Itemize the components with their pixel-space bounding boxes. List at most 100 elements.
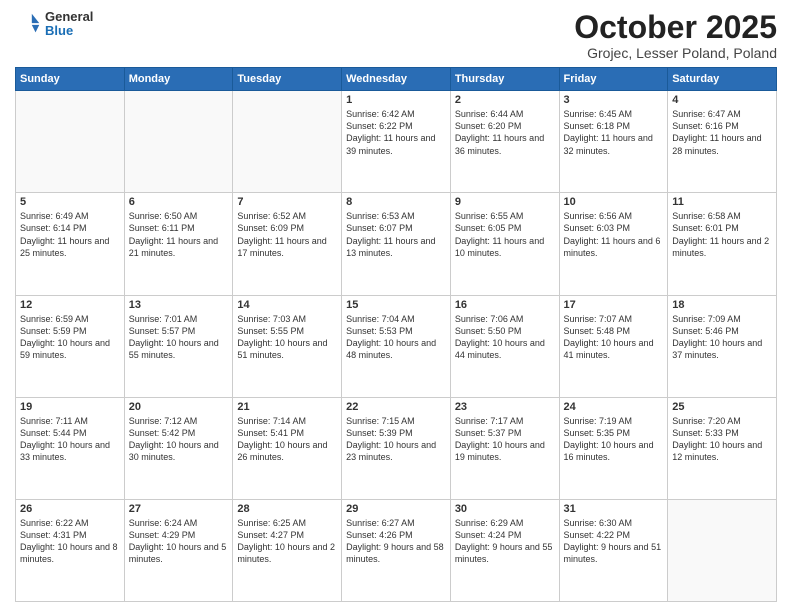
calendar-cell: 6 Sunrise: 6:50 AM Sunset: 6:11 PM Daylig… [124,193,233,295]
calendar-cell: 20 Sunrise: 7:12 AM Sunset: 5:42 PM Dayli… [124,397,233,499]
day-number: 21 [237,401,337,413]
day-number: 11 [672,196,772,208]
day-info: Sunrise: 7:12 AM Sunset: 5:42 PM Dayligh… [129,415,229,464]
day-info: Sunrise: 7:07 AM Sunset: 5:48 PM Dayligh… [564,313,664,362]
calendar-cell: 4Sunrise: 6:47 AM Sunset: 6:16 PM Daylig… [668,91,777,193]
day-info: Sunrise: 6:44 AM Sunset: 6:20 PM Dayligh… [455,108,555,157]
day-info: Sunrise: 6:42 AM Sunset: 6:22 PM Dayligh… [346,108,446,157]
day-number: 30 [455,503,555,515]
calendar-cell: 12 Sunrise: 6:59 AM Sunset: 5:59 PM Dayli… [16,295,125,397]
calendar-cell: 3Sunrise: 6:45 AM Sunset: 6:18 PM Daylig… [559,91,668,193]
calendar-cell: 8 Sunrise: 6:53 AM Sunset: 6:07 PM Daylig… [342,193,451,295]
day-info: Sunrise: 6:25 AM Sunset: 4:27 PM Dayligh… [237,517,337,566]
location: Grojec, Lesser Poland, Poland [574,45,777,61]
day-number: 12 [20,299,120,311]
calendar-cell: 2 Sunrise: 6:44 AM Sunset: 6:20 PM Daylig… [450,91,559,193]
day-number: 8 [346,196,446,208]
day-info: Sunrise: 7:20 AM Sunset: 5:33 PM Dayligh… [672,415,772,464]
day-number: 2 [455,94,555,106]
day-number: 14 [237,299,337,311]
day-info: Sunrise: 7:04 AM Sunset: 5:53 PM Dayligh… [346,313,446,362]
calendar-cell: 15 Sunrise: 7:04 AM Sunset: 5:53 PM Dayli… [342,295,451,397]
calendar-cell: 27 Sunrise: 6:24 AM Sunset: 4:29 PM Dayli… [124,499,233,601]
day-info: Sunrise: 6:27 AM Sunset: 4:26 PM Dayligh… [346,517,446,566]
calendar-cell: 16 Sunrise: 7:06 AM Sunset: 5:50 PM Dayli… [450,295,559,397]
calendar-day-header: Wednesday [342,68,451,91]
day-number: 18 [672,299,772,311]
calendar-cell [16,91,125,193]
day-info: Sunrise: 6:58 AM Sunset: 6:01 PM Dayligh… [672,210,772,259]
calendar-cell [668,499,777,601]
calendar-day-header: Monday [124,68,233,91]
day-number: 1 [346,94,446,106]
day-info: Sunrise: 7:09 AM Sunset: 5:46 PM Dayligh… [672,313,772,362]
day-number: 27 [129,503,229,515]
calendar-cell: 13 Sunrise: 7:01 AM Sunset: 5:57 PM Dayli… [124,295,233,397]
day-info: Sunrise: 6:52 AM Sunset: 6:09 PM Dayligh… [237,210,337,259]
calendar-cell: 5Sunrise: 6:49 AM Sunset: 6:14 PM Daylig… [16,193,125,295]
logo-icon [15,10,43,38]
day-number: 22 [346,401,446,413]
day-info: Sunrise: 7:03 AM Sunset: 5:55 PM Dayligh… [237,313,337,362]
day-number: 17 [564,299,664,311]
day-number: 26 [20,503,120,515]
calendar-day-header: Thursday [450,68,559,91]
calendar-cell: 10 Sunrise: 6:56 AM Sunset: 6:03 PM Dayli… [559,193,668,295]
day-number: 31 [564,503,664,515]
day-number: 23 [455,401,555,413]
calendar-cell: 23 Sunrise: 7:17 AM Sunset: 5:37 PM Dayli… [450,397,559,499]
calendar-cell: 9 Sunrise: 6:55 AM Sunset: 6:05 PM Daylig… [450,193,559,295]
calendar-cell: 21 Sunrise: 7:14 AM Sunset: 5:41 PM Dayli… [233,397,342,499]
calendar-day-header: Tuesday [233,68,342,91]
calendar-day-header: Sunday [16,68,125,91]
day-number: 13 [129,299,229,311]
day-number: 10 [564,196,664,208]
calendar-cell [233,91,342,193]
calendar-week-row: 19 Sunrise: 7:11 AM Sunset: 5:44 PM Dayli… [16,397,777,499]
day-number: 24 [564,401,664,413]
calendar-cell: 22Sunrise: 7:15 AM Sunset: 5:39 PM Dayli… [342,397,451,499]
day-number: 20 [129,401,229,413]
day-info: Sunrise: 7:11 AM Sunset: 5:44 PM Dayligh… [20,415,120,464]
day-number: 9 [455,196,555,208]
day-info: Sunrise: 6:50 AM Sunset: 6:11 PM Dayligh… [129,210,229,259]
day-info: Sunrise: 7:17 AM Sunset: 5:37 PM Dayligh… [455,415,555,464]
day-info: Sunrise: 7:19 AM Sunset: 5:35 PM Dayligh… [564,415,664,464]
calendar-cell: 28 Sunrise: 6:25 AM Sunset: 4:27 PM Dayli… [233,499,342,601]
calendar-cell: 29Sunrise: 6:27 AM Sunset: 4:26 PM Dayli… [342,499,451,601]
day-number: 19 [20,401,120,413]
day-info: Sunrise: 7:14 AM Sunset: 5:41 PM Dayligh… [237,415,337,464]
page: General Blue October 2025 Grojec, Lesser… [0,0,792,612]
calendar-cell: 18 Sunrise: 7:09 AM Sunset: 5:46 PM Dayli… [668,295,777,397]
calendar-week-row: 26Sunrise: 6:22 AM Sunset: 4:31 PM Dayli… [16,499,777,601]
day-info: Sunrise: 6:55 AM Sunset: 6:05 PM Dayligh… [455,210,555,259]
day-info: Sunrise: 6:24 AM Sunset: 4:29 PM Dayligh… [129,517,229,566]
day-number: 15 [346,299,446,311]
logo-blue: Blue [45,24,93,38]
calendar-cell [124,91,233,193]
calendar-header-row: SundayMondayTuesdayWednesdayThursdayFrid… [16,68,777,91]
logo-text: General Blue [45,10,93,39]
day-number: 5 [20,196,120,208]
day-number: 6 [129,196,229,208]
calendar-day-header: Friday [559,68,668,91]
day-number: 4 [672,94,772,106]
calendar-cell: 25Sunrise: 7:20 AM Sunset: 5:33 PM Dayli… [668,397,777,499]
calendar-cell: 14 Sunrise: 7:03 AM Sunset: 5:55 PM Dayli… [233,295,342,397]
calendar-week-row: 12 Sunrise: 6:59 AM Sunset: 5:59 PM Dayli… [16,295,777,397]
day-info: Sunrise: 7:01 AM Sunset: 5:57 PM Dayligh… [129,313,229,362]
logo-general: General [45,10,93,24]
day-number: 16 [455,299,555,311]
day-info: Sunrise: 6:59 AM Sunset: 5:59 PM Dayligh… [20,313,120,362]
day-info: Sunrise: 6:56 AM Sunset: 6:03 PM Dayligh… [564,210,664,259]
day-info: Sunrise: 7:06 AM Sunset: 5:50 PM Dayligh… [455,313,555,362]
day-number: 3 [564,94,664,106]
day-info: Sunrise: 6:53 AM Sunset: 6:07 PM Dayligh… [346,210,446,259]
calendar-cell: 26Sunrise: 6:22 AM Sunset: 4:31 PM Dayli… [16,499,125,601]
calendar-cell: 17 Sunrise: 7:07 AM Sunset: 5:48 PM Dayli… [559,295,668,397]
calendar-table: SundayMondayTuesdayWednesdayThursdayFrid… [15,67,777,602]
day-number: 7 [237,196,337,208]
title-block: October 2025 Grojec, Lesser Poland, Pola… [574,10,777,61]
day-info: Sunrise: 6:30 AM Sunset: 4:22 PM Dayligh… [564,517,664,566]
day-number: 28 [237,503,337,515]
